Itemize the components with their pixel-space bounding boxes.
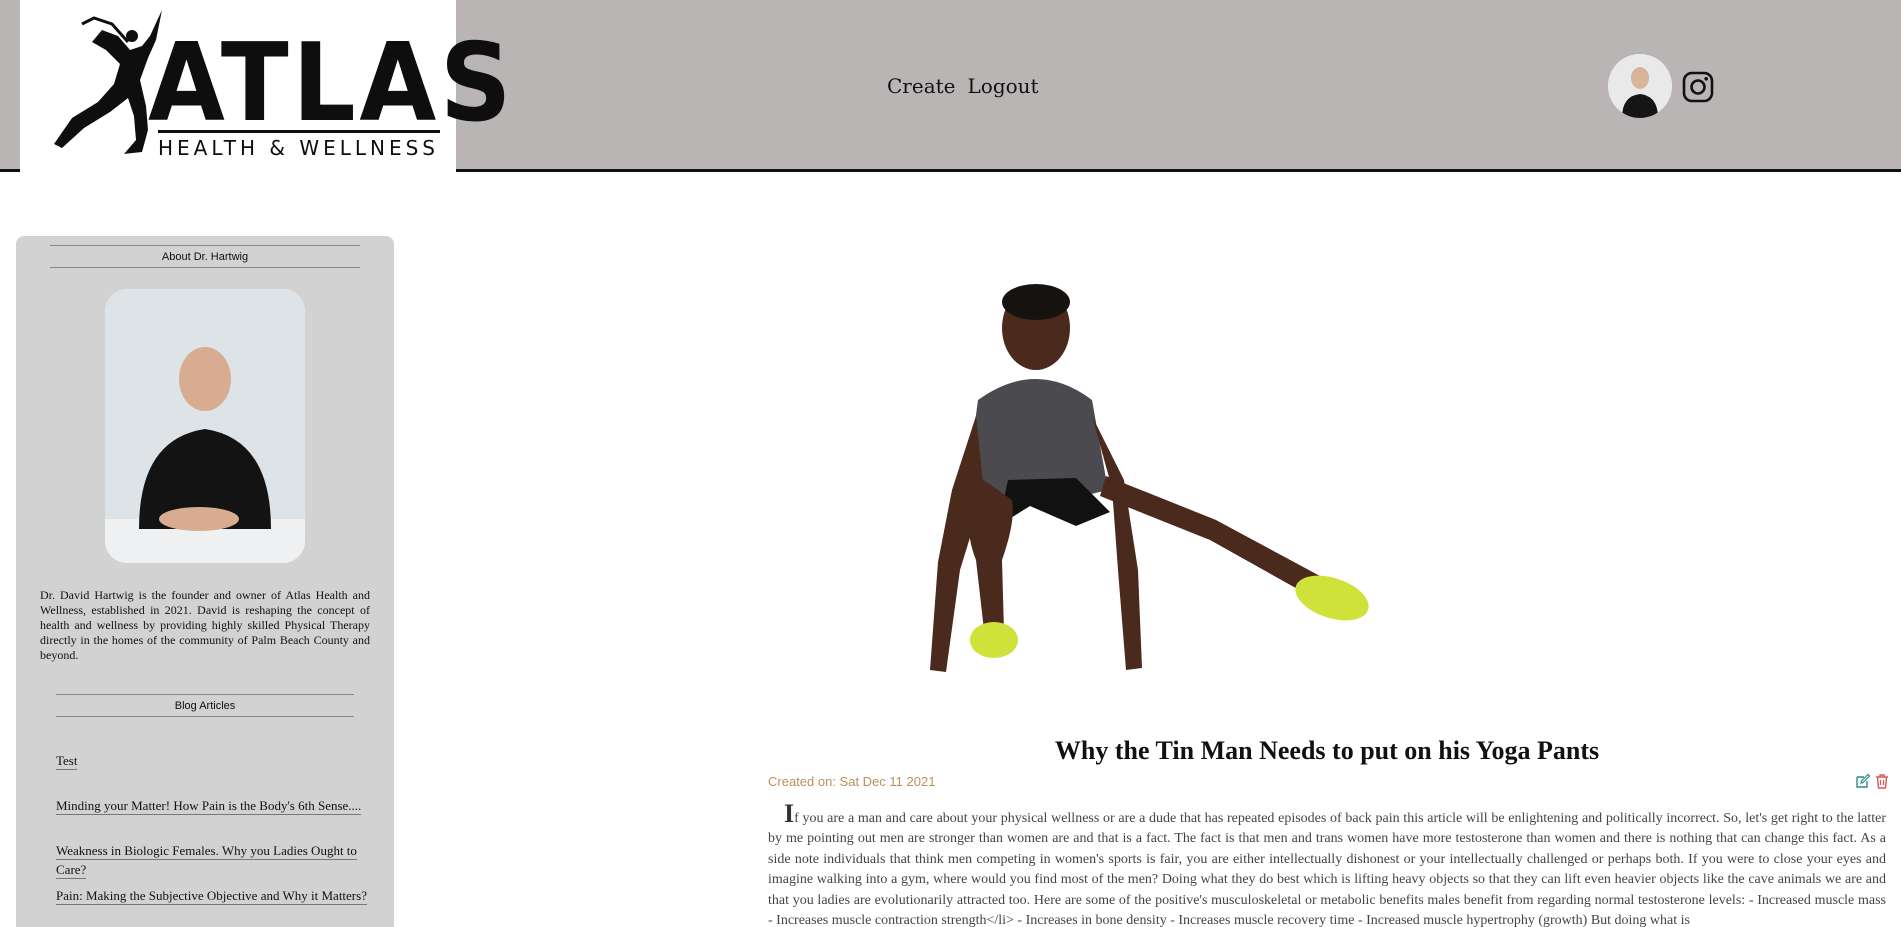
post-hero-image [930,284,1369,672]
list-item: Test [56,750,386,795]
trash-icon[interactable] [1874,773,1890,789]
site-header: ATLAS HEALTH & WELLNESS Create Logout [0,0,1901,172]
edit-icon[interactable] [1855,773,1871,789]
avatar-portrait-icon [1608,54,1672,118]
nav-create-link[interactable]: Create [887,74,956,98]
about-heading: About Dr. Hartwig [50,245,360,268]
instagram-icon[interactable] [1682,71,1714,103]
main-nav: Create Logout [887,74,1039,98]
list-item: Pain: Making the Subjective Objective an… [56,885,386,927]
logo-wordmark: ATLAS [148,21,516,146]
doctor-bio: Dr. David Hartwig is the founder and own… [40,588,370,662]
post-dropcap: I [784,799,795,828]
created-date: Created on: Sat Dec 11 2021 [768,774,936,789]
list-item: Minding your Matter! How Pain is the Bod… [56,795,386,840]
logo-divider [158,130,440,133]
avatar[interactable] [1608,54,1672,118]
sidebar: About Dr. Hartwig Dr. David Hartwig is t… [16,236,394,927]
post-body-text: f you are a man and care about your phys… [768,811,1886,927]
list-item: Weakness in Biologic Females. Why you La… [56,840,386,885]
article-link[interactable]: Minding your Matter! How Pain is the Bod… [56,798,362,815]
blog-articles-heading: Blog Articles [56,694,354,717]
post-title: Why the Tin Man Needs to put on his Yoga… [1054,736,1600,765]
site-logo[interactable]: ATLAS HEALTH & WELLNESS [20,0,511,172]
post-body: If you are a man and care about your phy… [768,801,1886,927]
logo-tagline: HEALTH & WELLNESS [158,136,439,160]
nav-logout-link[interactable]: Logout [968,74,1039,98]
doctor-photo-icon [105,289,305,563]
article-link[interactable]: Test [56,753,78,770]
article-link[interactable]: Pain: Making the Subjective Objective an… [56,888,367,905]
blog-articles-list: Test Minding your Matter! How Pain is th… [56,750,386,927]
doctor-portrait [105,289,305,563]
article-link[interactable]: Weakness in Biologic Females. Why you La… [56,843,357,879]
